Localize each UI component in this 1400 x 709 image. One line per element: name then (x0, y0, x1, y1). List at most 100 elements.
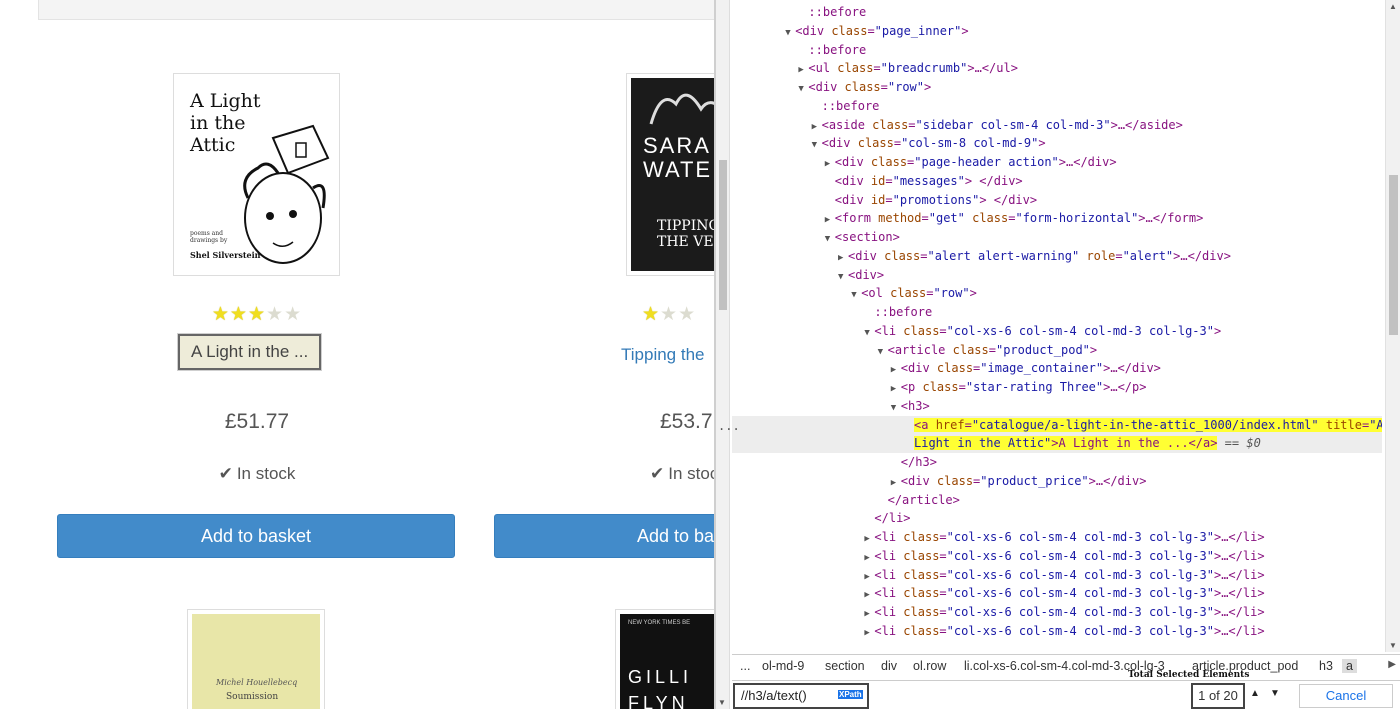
cover-title-line: WATE (643, 157, 713, 182)
dom-node-line[interactable]: ▶ <div class="product_price">…</div> (732, 472, 1382, 491)
dom-node-line[interactable]: ▶ <div class="page-header action">…</div> (732, 153, 1382, 172)
product-title-link[interactable]: A Light in the ... (178, 334, 322, 370)
availability: ✔ In stoc (494, 464, 716, 484)
dom-node-markup: </h3> (900, 455, 937, 469)
page-scrollbar[interactable]: ▼ (716, 0, 730, 709)
dom-node-markup: <div class="page_inner"> (795, 23, 969, 38)
cover-subtitle-line: THE VEL (657, 234, 716, 250)
cover-author: Shel Silverstein (190, 250, 261, 260)
dom-node-line[interactable]: ▶ <p class="star-rating Three">…</p> (732, 378, 1382, 397)
checkmark-icon: ✔ (650, 464, 665, 483)
product-image[interactable]: NEW YORK TIMES BE GILLI FLYN (615, 609, 716, 709)
dom-node-markup: <li class="col-xs-6 col-sm-4 col-md-3 co… (874, 586, 1265, 601)
dom-node-markup: <div id="messages"> </div> (834, 173, 1023, 188)
chevron-right-icon[interactable]: ▶ (1388, 659, 1396, 670)
scrollbar-thumb[interactable] (719, 160, 727, 310)
dom-node-line[interactable]: ▼ <h3> (732, 397, 1382, 416)
product-image[interactable]: Michel Houellebecq Soumission (187, 609, 325, 709)
star-rating: ★★★ (494, 305, 716, 325)
dom-node-line[interactable]: ▼ <div class="page_inner"> (732, 22, 1382, 41)
dom-node-line[interactable]: ▶ <li class="col-xs-6 col-sm-4 col-md-3 c… (732, 547, 1382, 566)
dom-node-line[interactable]: ▶ <div class="alert alert-warning" role="… (732, 247, 1382, 266)
elements-tree[interactable]: ::before ▼ <div class="page_inner">::befor… (732, 0, 1382, 652)
more-options-icon[interactable]: ... (718, 419, 740, 433)
dom-node-markup: <li class="col-xs-6 col-sm-4 col-md-3 co… (874, 605, 1265, 619)
dom-node-line[interactable]: ::before (732, 303, 1382, 322)
dom-node-line[interactable]: ▶ <div class="image_container">…</div> (732, 359, 1382, 378)
dom-node-line[interactable]: ▶ <li class="col-xs-6 col-sm-4 col-md-3 c… (732, 603, 1382, 622)
dom-node-markup: <div id="promotions"> </div> (834, 192, 1038, 207)
dom-node-line[interactable]: ▼ <div> (732, 266, 1382, 285)
dom-node-line[interactable]: </h3> (732, 453, 1382, 472)
breadcrumb-item[interactable]: h3 (1319, 659, 1333, 673)
dom-node-line[interactable]: ▶ <li class="col-xs-6 col-sm-4 col-md-3 c… (732, 528, 1382, 547)
dom-node-markup: <div class="page-header action">…</div> (834, 155, 1117, 169)
dom-node-markup: <li class="col-xs-6 col-sm-4 col-md-3 co… (874, 323, 1222, 338)
scrollbar-thumb[interactable] (1389, 175, 1398, 335)
star-icon: ★ (229, 304, 248, 325)
product-price: £51.77 (224, 410, 290, 433)
dom-node-line[interactable]: <div id="promotions"> </div> (732, 191, 1382, 210)
star-icon: ★ (660, 304, 679, 325)
cover-title-line: SARA (643, 133, 711, 158)
dom-node-markup: <article class="product_pod"> (887, 342, 1098, 357)
collapse-triangle-icon[interactable]: ▶ (864, 624, 874, 643)
product-image[interactable]: A Light in the Attic poems and drawings … (173, 73, 340, 276)
breadcrumb-item[interactable]: div (881, 659, 897, 673)
scroll-up-icon[interactable]: ▲ (1389, 2, 1397, 11)
scroll-down-icon[interactable]: ▼ (718, 698, 726, 707)
dom-node-markup: <div class="alert alert-warning" role="a… (848, 248, 1231, 263)
star-icon: ★ (211, 304, 230, 325)
dom-node-line[interactable]: ▶ <li class="col-xs-6 col-sm-4 col-md-3 c… (732, 622, 1382, 641)
breadcrumb-item[interactable]: ol-md-9 (762, 659, 804, 673)
dom-node-line[interactable]: ▶ <aside class="sidebar col-sm-4 col-md-3… (732, 116, 1382, 135)
previous-match-icon[interactable]: ▲ (1250, 688, 1260, 699)
dom-node-markup: <ol class="row"> (861, 286, 977, 301)
breadcrumb-item[interactable]: a (1342, 659, 1357, 673)
dom-node-markup: </li> (874, 511, 911, 526)
dom-node-line[interactable]: ▼ <div class="col-sm-8 col-md-9"> (732, 134, 1382, 153)
dom-node-line[interactable]: ::before (732, 97, 1382, 116)
cover-author: Michel Houellebecq (216, 678, 298, 687)
dom-node-line[interactable]: ▶ <li class="col-xs-6 col-sm-4 col-md-3 c… (732, 566, 1382, 585)
next-match-icon[interactable]: ▼ (1270, 688, 1280, 699)
star-icon: ★ (642, 304, 661, 325)
dom-node-line[interactable]: </article> (732, 491, 1382, 510)
dom-node-markup: <li class="col-xs-6 col-sm-4 col-md-3 co… (874, 567, 1265, 582)
product-pod: SARA WATE TIPPING THE VEL ★★★ Tipping th… (494, 0, 716, 709)
dom-node-line[interactable]: ::before (732, 41, 1382, 60)
availability-text: In stoc (668, 464, 716, 483)
breadcrumb-item[interactable]: ... (740, 659, 750, 673)
elements-scrollbar[interactable]: ▲ ▼ (1385, 0, 1400, 652)
dom-node-line[interactable]: ▶ <li class="col-xs-6 col-sm-4 col-md-3 c… (732, 584, 1382, 603)
dom-node-line[interactable]: <a href="catalogue/a-light-in-the-attic_… (732, 415, 1382, 435)
dom-node-line[interactable]: </li> (732, 509, 1382, 528)
dom-node-line[interactable]: ▼ <section> (732, 228, 1382, 247)
add-to-basket-button[interactable]: Add to basket (57, 514, 455, 558)
checkmark-icon: ✔ (218, 464, 233, 483)
book-cover: NEW YORK TIMES BE GILLI FLYN (620, 614, 716, 709)
dom-node-markup: <div class="image_container">…</div> (900, 361, 1161, 376)
dom-node-line[interactable]: ▼ <ol class="row"> (732, 284, 1382, 303)
dom-node-line[interactable]: Light in the Attic">A Light in the ...</… (732, 434, 1382, 454)
dom-node-line[interactable]: ▶ <form method="get" class="form-horizont… (732, 209, 1382, 228)
cover-title-line: FLYN (628, 693, 689, 709)
cover-title: Soumission (226, 692, 279, 702)
breadcrumb-item[interactable]: ol.row (913, 659, 946, 673)
product-pod: A Light in the Attic poems and drawings … (57, 0, 457, 709)
dom-node-markup: <div> (848, 267, 885, 282)
dom-node-line[interactable]: ▼ <div class="row"> (732, 78, 1382, 97)
dom-node-line[interactable]: <div id="messages"> </div> (732, 172, 1382, 191)
scroll-down-icon[interactable]: ▼ (1389, 641, 1397, 650)
breadcrumb-item[interactable]: section (825, 659, 865, 673)
product-title-link[interactable]: Tipping the (621, 345, 704, 365)
dom-node-line[interactable]: ▶ <ul class="breadcrumb">…</ul> (732, 59, 1382, 78)
dom-node-markup: <p class="star-rating Three">…</p> (900, 380, 1147, 394)
add-to-basket-button[interactable]: Add to ba (494, 514, 716, 558)
cover-illustration (243, 124, 330, 264)
dom-node-line[interactable]: ::before (732, 3, 1382, 22)
cancel-button[interactable]: Cancel (1299, 684, 1393, 708)
product-image[interactable]: SARA WATE TIPPING THE VEL (626, 73, 716, 276)
dom-node-line[interactable]: ▼ <article class="product_pod"> (732, 341, 1382, 360)
dom-node-line[interactable]: ▼ <li class="col-xs-6 col-sm-4 col-md-3 c… (732, 322, 1382, 341)
